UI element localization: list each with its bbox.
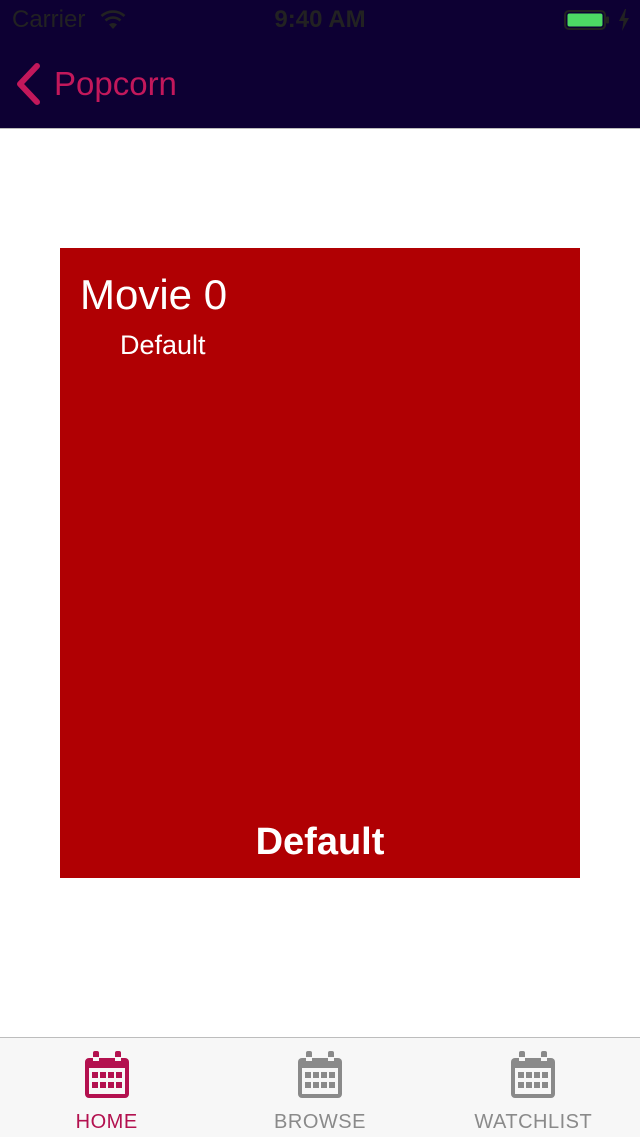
navigation-bar: Popcorn	[0, 40, 640, 128]
tab-browse[interactable]: BROWSE	[213, 1038, 426, 1137]
movie-subtitle: Default	[120, 330, 206, 360]
movie-title: Movie 0	[80, 271, 228, 318]
back-label: Popcorn	[54, 65, 177, 102]
tab-label: HOME	[75, 1111, 138, 1133]
back-button[interactable]: Popcorn	[14, 60, 177, 108]
charging-bolt-icon	[618, 9, 630, 31]
tab-bar: HOME BROWSE WATCHLIST	[0, 1037, 640, 1137]
status-time: 9:40 AM	[274, 6, 366, 33]
tab-home[interactable]: HOME	[0, 1038, 213, 1137]
tab-label: WATCHLIST	[474, 1111, 593, 1133]
tab-label: BROWSE	[274, 1111, 366, 1133]
battery-icon	[564, 10, 610, 30]
movie-card[interactable]: Movie 0 Default Default	[60, 248, 580, 878]
tab-watchlist[interactable]: WATCHLIST	[427, 1038, 640, 1137]
chevron-left-icon	[14, 62, 42, 106]
calendar-icon	[82, 1050, 132, 1100]
movie-footer-label: Default	[255, 821, 385, 863]
status-bar: Carrier 9:40 AM	[0, 0, 640, 40]
calendar-icon	[295, 1050, 345, 1100]
top-bar: Carrier 9:40 AM Popcorn	[0, 0, 640, 129]
calendar-icon	[508, 1050, 558, 1100]
